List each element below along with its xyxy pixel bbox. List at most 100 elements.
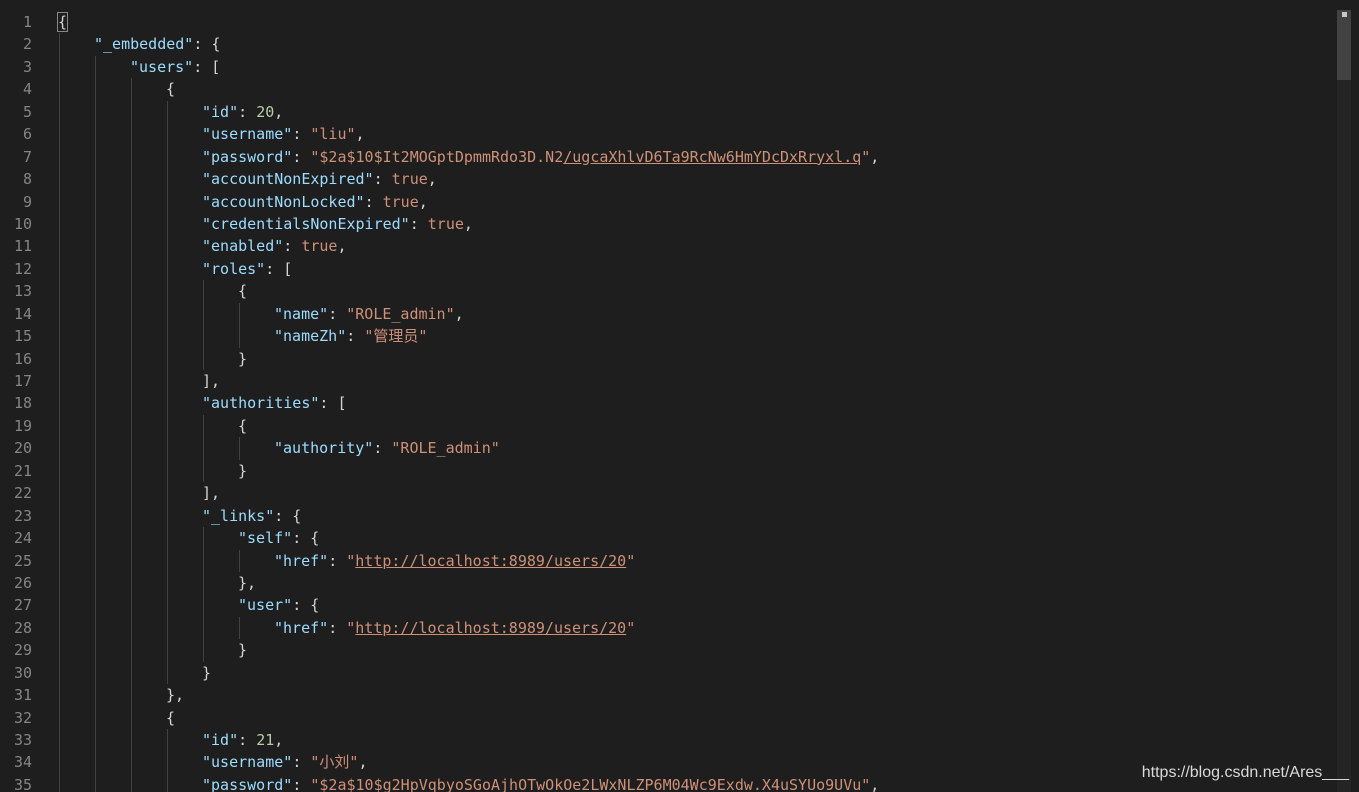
code-line[interactable]: 26},: [0, 571, 1335, 595]
code-line[interactable]: 8 "accountNonExpired": true,: [0, 168, 1335, 191]
code-line[interactable]: 6 "username": "liu",: [0, 123, 1335, 146]
code-text[interactable]: "self": {: [238, 527, 319, 549]
code-text[interactable]: "href": "http://localhost:8989/users/20": [274, 617, 635, 639]
indent-guide: [59, 684, 60, 707]
code-text[interactable]: "name": "ROLE_admin",: [274, 303, 464, 325]
code-text[interactable]: },: [238, 572, 256, 594]
code-line[interactable]: 4{: [0, 78, 1335, 101]
code-line[interactable]: 20 "authority": "ROLE_admin": [0, 437, 1335, 460]
indent-guide: [203, 302, 204, 326]
code-text[interactable]: "enabled": true,: [202, 235, 347, 257]
line-number: 6: [22, 125, 32, 144]
code-text[interactable]: }: [202, 662, 211, 684]
indent-guide: [131, 549, 132, 572]
code-line[interactable]: 1{: [0, 11, 1335, 33]
code-line[interactable]: 29}: [0, 639, 1335, 662]
code-text[interactable]: "_links": {: [202, 505, 301, 527]
code-text[interactable]: ],: [202, 370, 220, 392]
code-text[interactable]: }: [238, 639, 247, 661]
indent-guide: [167, 168, 168, 191]
punc-token: :: [373, 170, 392, 189]
code-text[interactable]: "accountNonExpired": true,: [202, 168, 437, 190]
code-text[interactable]: "username": "liu",: [202, 123, 365, 145]
line-number: 25: [13, 551, 32, 570]
line-number: 10: [13, 214, 32, 233]
code-text[interactable]: {: [238, 415, 247, 437]
code-text[interactable]: "href": "http://localhost:8989/users/20": [274, 550, 635, 572]
code-line[interactable]: 16}: [0, 347, 1335, 370]
code-line[interactable]: 14 "name": "ROLE_admin",: [0, 302, 1335, 326]
code-text[interactable]: "id": 20,: [202, 101, 283, 123]
code-text[interactable]: {: [166, 707, 175, 729]
code-line[interactable]: 15 "nameZh": "管理员": [0, 325, 1335, 348]
code-line[interactable]: 30}: [0, 661, 1335, 685]
code-line[interactable]: 31},: [0, 684, 1335, 707]
code-line[interactable]: 24 "self": {: [0, 527, 1335, 550]
code-text[interactable]: }: [238, 348, 247, 370]
key-token: "nameZh": [274, 327, 347, 346]
indent-guide: [239, 549, 240, 572]
code-text[interactable]: ],: [202, 482, 220, 504]
indent-guide: [59, 392, 60, 415]
code-text[interactable]: "user": {: [238, 594, 319, 616]
link-token[interactable]: http://localhost:8989/users/20: [355, 552, 626, 570]
link-token[interactable]: http://localhost:8989/users/20: [355, 619, 626, 637]
scrollbar-thumb[interactable]: [1337, 10, 1351, 80]
punc-token: },: [166, 686, 185, 705]
code-line[interactable]: 19 {: [0, 414, 1335, 438]
code-line[interactable]: 28 "href": "http://localhost:8989/users/2…: [0, 616, 1335, 640]
code-line[interactable]: 3 "users": [: [0, 55, 1335, 79]
code-editor[interactable]: 1{2 "_embedded": {3 "users": [4{5 "id": 20,…: [0, 0, 1359, 792]
code-line[interactable]: 18 "authorities": [: [0, 392, 1335, 415]
indent-guide: [95, 504, 96, 528]
code-line[interactable]: 32 {: [0, 706, 1335, 729]
code-line[interactable]: 7 "password": "$2a$10$It2MOGptDpmmRdo3D.N…: [0, 145, 1335, 169]
code-line[interactable]: 17],: [0, 370, 1335, 393]
code-line[interactable]: 22],: [0, 482, 1335, 505]
code-text[interactable]: "nameZh": "管理员": [274, 325, 427, 347]
line-number: 8: [22, 170, 32, 189]
indent-guide: [131, 751, 132, 774]
code-text[interactable]: }: [238, 460, 247, 482]
vertical-scrollbar[interactable]: [1337, 10, 1351, 792]
code-text[interactable]: },: [166, 684, 184, 706]
link-token[interactable]: /ugcaXhlvD6Ta9RcNw6HmYDcDxRryxl.q: [563, 148, 861, 166]
code-text[interactable]: "users": [: [130, 56, 220, 78]
code-line[interactable]: 23 "_links": {: [0, 504, 1335, 528]
code-text[interactable]: {: [56, 11, 69, 33]
indent-guide: [203, 594, 204, 617]
key-token: "accountNonExpired": [202, 170, 374, 189]
code-text[interactable]: "username": "小刘",: [202, 751, 367, 773]
code-line[interactable]: 35 "password": "$2a$10$g2HpVqbyoSGoAjhOTw…: [0, 773, 1335, 792]
punc-token: :: [409, 214, 428, 233]
code-text[interactable]: "authority": "ROLE_admin": [274, 437, 500, 459]
code-text[interactable]: "_embedded": {: [94, 33, 220, 55]
key-token: "id": [202, 731, 239, 749]
code-text[interactable]: {: [166, 78, 175, 100]
code-line[interactable]: 2 "_embedded": {: [0, 33, 1335, 56]
code-line[interactable]: 5 "id": 20,: [0, 100, 1335, 124]
code-text[interactable]: "password": "$2a$10$It2MOGptDpmmRdo3D.N2…: [202, 146, 879, 168]
code-line[interactable]: 10 "credentialsNonExpired": true,: [0, 212, 1335, 236]
indent-guide: [203, 616, 204, 640]
code-line[interactable]: 25 "href": "http://localhost:8989/users/2…: [0, 549, 1335, 572]
code-line[interactable]: 34 "username": "小刘",: [0, 751, 1335, 774]
code-line[interactable]: 12 "roles": [: [0, 257, 1335, 281]
code-text[interactable]: "roles": [: [202, 258, 292, 280]
indent-guide: [131, 482, 132, 505]
code-lines[interactable]: 1{2 "_embedded": {3 "users": [4{5 "id": 20,…: [0, 11, 1335, 792]
code-text[interactable]: "credentialsNonExpired": true,: [202, 213, 473, 235]
code-line[interactable]: 33 "id": 21,: [0, 729, 1335, 752]
code-line[interactable]: 9 "accountNonLocked": true,: [0, 190, 1335, 213]
code-text[interactable]: {: [238, 280, 247, 302]
code-line[interactable]: 21}: [0, 459, 1335, 483]
code-text[interactable]: "password": "$2a$10$g2HpVqbyoSGoAjhOTwOk…: [202, 774, 879, 792]
code-text[interactable]: "authorities": [: [202, 392, 347, 414]
code-line[interactable]: 13 {: [0, 280, 1335, 303]
code-line[interactable]: 11 "enabled": true,: [0, 235, 1335, 258]
code-line[interactable]: 27 "user": {: [0, 594, 1335, 617]
indent-guide: [59, 212, 60, 236]
code-text[interactable]: "accountNonLocked": true,: [202, 191, 428, 213]
code-text[interactable]: "id": 21,: [202, 729, 283, 751]
indent-guide: [59, 594, 60, 617]
